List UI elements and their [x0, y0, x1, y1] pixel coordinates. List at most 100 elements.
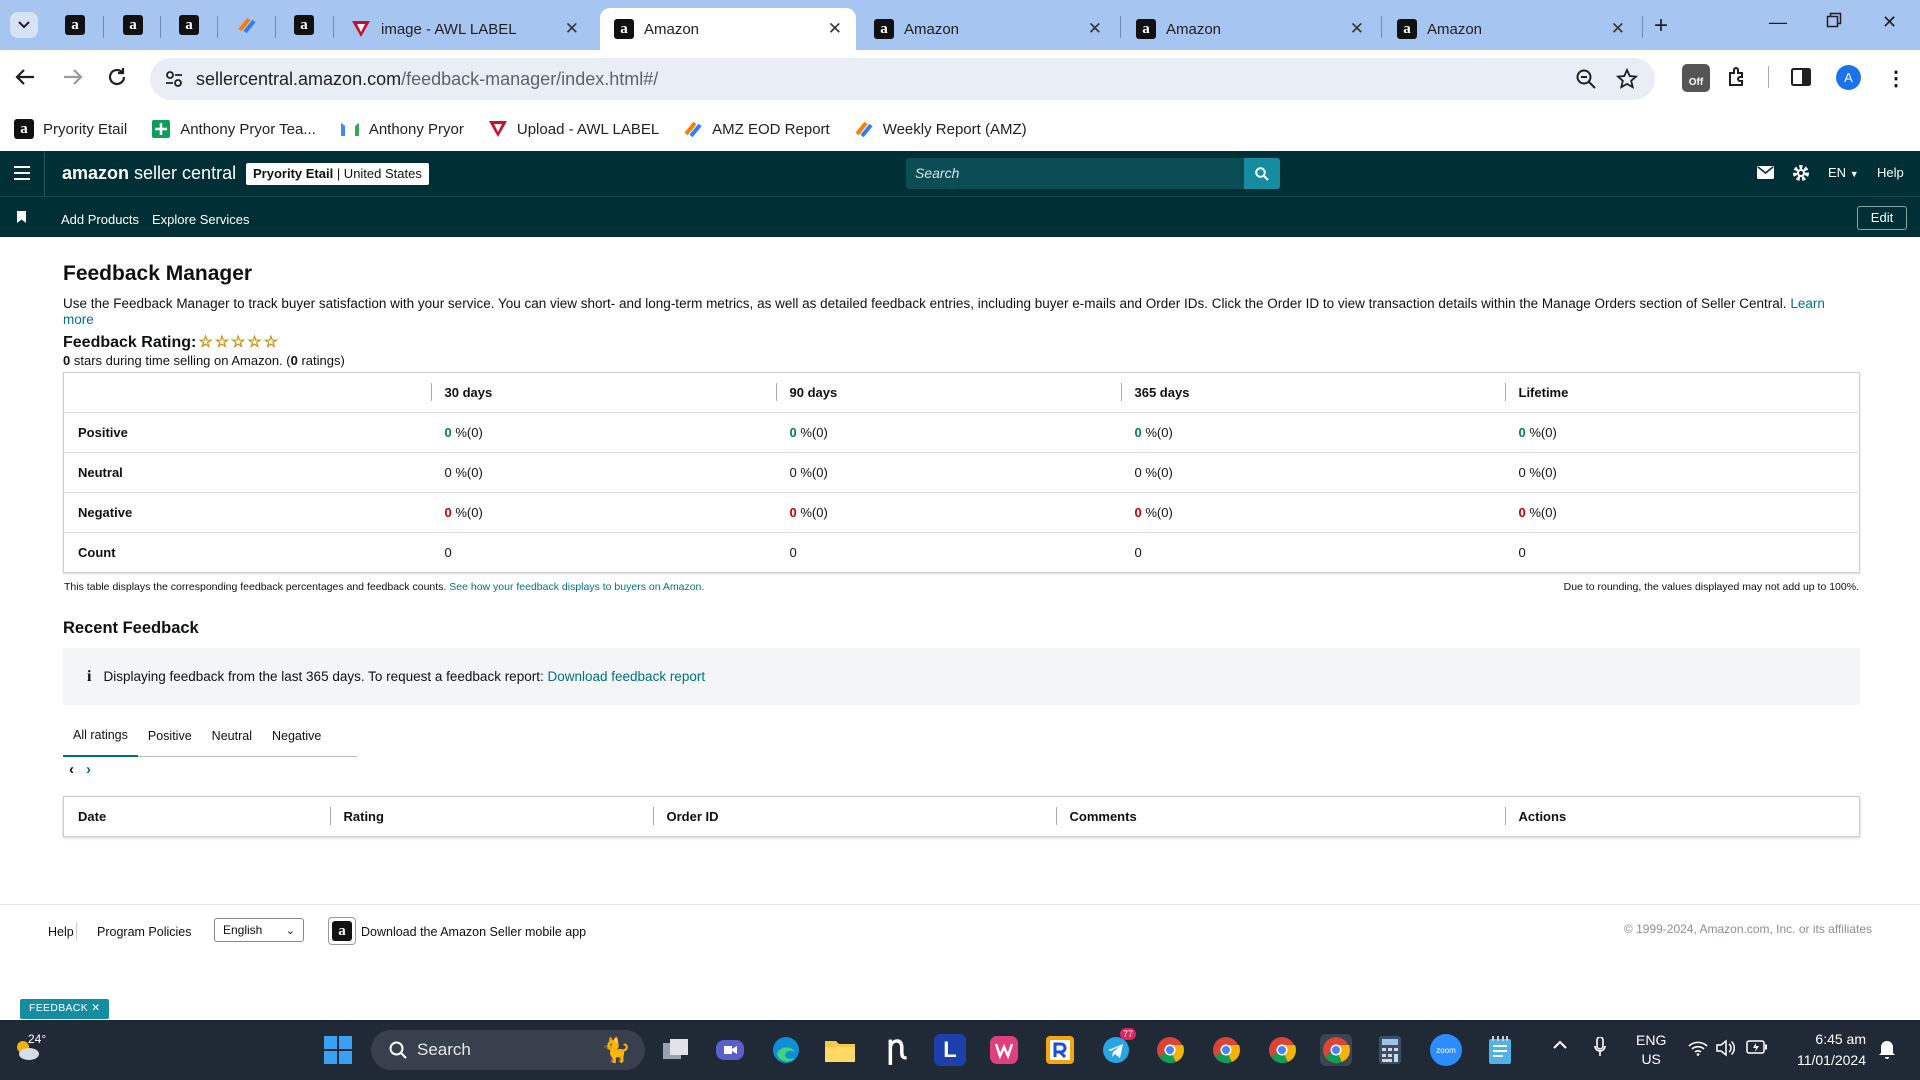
chevron-right-icon[interactable]: ›	[86, 761, 91, 778]
edit-nav-button[interactable]: Edit	[1857, 206, 1907, 230]
search-input[interactable]: Search	[906, 158, 1246, 189]
pinned-tab-amazon[interactable]: a	[60, 10, 90, 40]
column-label: 30 days	[444, 385, 493, 400]
pinned-tab-amazon[interactable]: a	[174, 10, 204, 40]
nav-explore-services[interactable]: Explore Services	[152, 212, 250, 227]
lang-top: ENG	[1636, 1032, 1667, 1048]
language-selector[interactable]: EN ▼	[1828, 165, 1859, 180]
footer-help-link[interactable]: Help	[48, 925, 74, 939]
bookmark-weekly-report[interactable]: Weekly Report (AMZ)	[854, 119, 1027, 139]
new-tab-plus-icon[interactable]: +	[1654, 12, 1668, 40]
notepad-icon[interactable]	[1484, 1034, 1516, 1066]
chrome-profile-icon[interactable]	[1154, 1034, 1186, 1066]
help-link[interactable]: Help	[1877, 165, 1904, 180]
column-header-actions[interactable]: Actions	[1504, 797, 1860, 837]
pinned-tab-amazon[interactable]: a	[118, 10, 148, 40]
see-how-feedback-displays-link[interactable]: See how your feedback displays to buyers…	[449, 581, 704, 593]
volume-icon[interactable]	[1716, 1039, 1736, 1057]
footer-language-select[interactable]: English ⌄	[214, 918, 304, 942]
reload-icon[interactable]	[106, 66, 128, 88]
l-app-icon[interactable]: L	[934, 1034, 966, 1066]
download-app-link[interactable]: Download the Amazon Seller mobile app	[361, 925, 586, 939]
chevron-left-icon[interactable]: ‹	[69, 761, 74, 778]
search-button[interactable]	[1244, 158, 1280, 189]
column-header-rating[interactable]: Rating	[329, 797, 653, 837]
close-icon[interactable]: ✕	[565, 19, 579, 39]
download-feedback-report-link[interactable]: Download feedback report	[547, 669, 705, 684]
microphone-icon[interactable]	[1594, 1037, 1606, 1057]
tab-amazon-active[interactable]: a Amazon ✕	[600, 8, 856, 50]
column-header-date[interactable]: Date	[64, 797, 330, 837]
back-arrow-icon[interactable]	[14, 66, 36, 88]
bookmark-flag-icon[interactable]	[17, 211, 26, 223]
window-close-icon[interactable]: ✕	[1882, 12, 1897, 33]
task-view-icon[interactable]	[660, 1034, 692, 1066]
wifi-icon[interactable]	[1688, 1040, 1708, 1056]
tab-positive[interactable]: Positive	[138, 715, 202, 757]
tab-negative[interactable]: Negative	[262, 715, 331, 757]
tab-all-ratings[interactable]: All ratings	[63, 715, 138, 757]
pinned-tab-sheets[interactable]	[232, 10, 262, 40]
wps-office-icon[interactable]	[988, 1034, 1020, 1066]
taskbar-search[interactable]: Search 🐈	[371, 1030, 645, 1070]
zoom-app-icon[interactable]: zoom	[1430, 1034, 1462, 1066]
extension-off-icon[interactable]: Off	[1682, 64, 1710, 92]
bookmark-amz-eod-report[interactable]: AMZ EOD Report	[683, 119, 830, 139]
bookmark-anthony-pryor-gmail[interactable]: Anthony Pryor	[340, 119, 464, 139]
nav-add-products[interactable]: Add Products	[61, 212, 139, 227]
forward-arrow-icon[interactable]	[62, 66, 84, 88]
notification-bell-icon[interactable]	[1878, 1039, 1896, 1059]
close-icon[interactable]: ✕	[1350, 19, 1364, 39]
seller-app-icon[interactable]: a	[328, 917, 356, 945]
cell-value: 0	[1134, 505, 1142, 520]
chrome-profile-icon[interactable]	[1266, 1034, 1298, 1066]
feedback-tag-button[interactable]: FEEDBACK ✕	[20, 999, 110, 1019]
chevron-up-icon[interactable]	[1553, 1040, 1567, 1049]
teams-meet-icon[interactable]	[714, 1034, 746, 1066]
mail-icon[interactable]	[1757, 166, 1774, 179]
footer-program-policies-link[interactable]: Program Policies	[97, 925, 191, 939]
bookmark-star-icon[interactable]	[1616, 68, 1638, 90]
r-app-icon[interactable]	[1044, 1034, 1076, 1066]
restore-icon[interactable]	[1826, 12, 1842, 28]
account-switcher[interactable]: Pryority Etail | United States	[246, 163, 429, 185]
site-settings-icon[interactable]	[164, 69, 184, 89]
calculator-icon[interactable]	[1374, 1034, 1406, 1066]
hamburger-menu-icon[interactable]	[14, 166, 30, 180]
zoom-icon[interactable]	[1575, 68, 1597, 90]
bookmark-upload-awl-label[interactable]: Upload - AWL LABEL	[488, 119, 659, 139]
windows-start-icon[interactable]	[322, 1034, 354, 1066]
close-icon[interactable]: ✕	[1088, 19, 1102, 39]
seller-central-logo[interactable]: amazon seller central	[62, 163, 236, 184]
minimize-icon[interactable]: —	[1769, 12, 1787, 33]
tab-amazon[interactable]: a Amazon ✕	[860, 8, 1116, 50]
battery-icon[interactable]	[1746, 1040, 1768, 1054]
tab-search-button[interactable]	[10, 12, 38, 38]
address-bar[interactable]: sellercentral.amazon.com/feedback-manage…	[150, 58, 1655, 100]
profile-avatar[interactable]: A	[1836, 65, 1861, 90]
tab-amazon[interactable]: a Amazon ✕	[1383, 8, 1639, 50]
system-clock[interactable]: 6:45 am 11/01/2024	[1788, 1029, 1866, 1071]
close-icon[interactable]: ✕	[828, 19, 842, 39]
notion-like-app-icon[interactable]: Ꞃ	[880, 1034, 912, 1066]
input-language[interactable]: ENG US	[1636, 1031, 1666, 1069]
tab-awl-label[interactable]: image - AWL LABEL ✕	[337, 8, 593, 50]
pinned-tab-amazon[interactable]: a	[289, 10, 319, 40]
column-header-order-id[interactable]: Order ID	[652, 797, 1056, 837]
edge-browser-icon[interactable]	[770, 1034, 802, 1066]
extensions-puzzle-icon[interactable]	[1726, 66, 1748, 88]
file-explorer-icon[interactable]	[824, 1034, 856, 1066]
chrome-profile-icon[interactable]	[1210, 1034, 1242, 1066]
taskbar-search-label: Search	[417, 1040, 471, 1059]
awl-label-favicon-icon	[352, 21, 370, 37]
tab-neutral[interactable]: Neutral	[202, 715, 262, 757]
column-header-comments[interactable]: Comments	[1055, 797, 1505, 837]
bookmark-anthony-pryor-team[interactable]: Anthony Pryor Tea...	[151, 119, 316, 139]
chrome-active-icon[interactable]	[1320, 1034, 1352, 1066]
close-icon[interactable]: ✕	[1611, 19, 1625, 39]
bookmark-pryority-etail[interactable]: a Pryority Etail	[14, 119, 127, 139]
kebab-menu-icon[interactable]: ⋮	[1886, 66, 1906, 91]
side-panel-icon[interactable]	[1790, 66, 1812, 88]
gear-icon[interactable]	[1792, 164, 1810, 182]
tab-amazon[interactable]: a Amazon ✕	[1122, 8, 1378, 50]
